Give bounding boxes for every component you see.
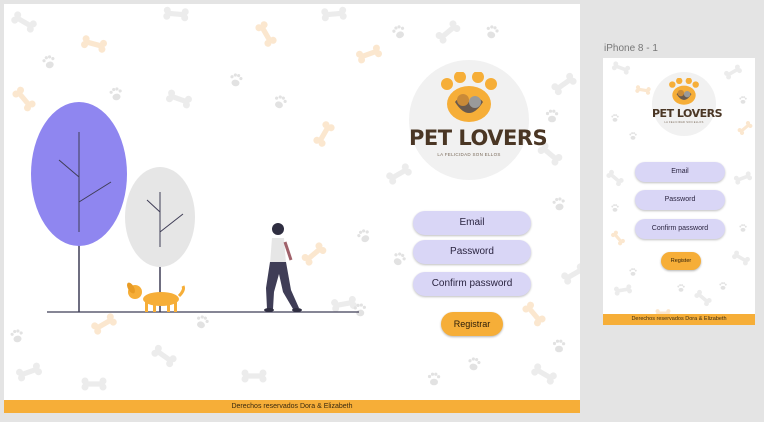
person-icon [264,223,302,312]
email-field[interactable]: Email [413,211,531,235]
paw-icon [677,284,685,292]
brand-name: PET LOVERS [409,126,548,150]
bone-icon [162,6,190,22]
paw-icon [739,96,747,104]
paw-icon [390,250,408,268]
tree-icon [31,102,127,312]
bone-icon [693,288,713,308]
paw-icon [484,24,500,40]
paw-icon [719,282,727,290]
paw-heart-icon [669,78,699,105]
bone-icon [559,262,580,286]
brand-name: PET LOVERS [652,107,723,120]
bone-icon [736,120,754,136]
mobile-artboard[interactable]: PET LOVERS LA FELICIDAD SON ELLOS Email … [603,58,755,325]
bone-icon [611,60,631,76]
bone-icon [613,283,633,297]
brand-logo: PET LOVERS LA FELICIDAD SON ELLOS [409,60,548,180]
bone-icon [150,343,178,369]
bone-icon [605,168,625,188]
footer: Derechos reservados Dora & Elizabeth [4,400,580,413]
paw-icon [551,196,567,212]
paw-icon [427,372,441,386]
confirm-password-field[interactable]: Confirm password [635,219,725,239]
bone-icon [733,170,753,186]
bone-icon [15,361,43,383]
bone-icon [550,71,578,97]
paw-icon [108,86,124,102]
bone-icon [529,362,559,386]
register-button[interactable]: Registrar [441,312,503,336]
bone-icon [254,19,278,49]
bone-icon [241,369,267,383]
paw-icon [739,224,747,232]
park-illustration [31,102,359,313]
dog-icon [127,282,185,312]
bone-icon [610,229,626,247]
bone-icon [320,6,348,22]
bone-icon [9,10,39,34]
email-field[interactable]: Email [635,162,725,182]
bone-icon [731,249,751,267]
paw-icon [611,114,619,122]
footer: Derechos reservados Dora & Elizabeth [603,314,755,325]
bone-icon [81,377,107,391]
paw-icon [611,204,619,212]
register-button[interactable]: Register [661,252,701,270]
paw-icon [228,72,244,88]
password-field[interactable]: Password [635,190,725,210]
brand-tagline: LA FELICIDAD SON ELLOS [664,121,704,124]
bone-icon [634,84,652,96]
paw-icon [41,54,57,70]
bone-icon [723,63,743,81]
paw-icon [629,268,637,276]
paw-icon [466,356,482,372]
brand-tagline: LA FELICIDAD SON ELLOS [437,152,501,157]
bone-icon [80,34,108,54]
desktop-artboard[interactable]: PET LOVERS LA FELICIDAD SON ELLOS Email … [4,4,580,413]
paw-icon [545,109,559,123]
bone-icon [434,18,462,46]
paw-heart-icon [441,72,497,122]
paw-icon [629,132,637,140]
confirm-password-field[interactable]: Confirm password [413,272,531,296]
password-field[interactable]: Password [413,240,531,264]
mobile-artboard-label[interactable]: iPhone 8 - 1 [604,43,658,54]
paw-icon [391,23,407,41]
paw-icon [9,328,25,344]
bone-icon [520,300,548,328]
bone-icon [355,43,383,65]
brand-logo: PET LOVERS LA FELICIDAD SON ELLOS [652,72,723,136]
paw-icon [552,339,566,353]
